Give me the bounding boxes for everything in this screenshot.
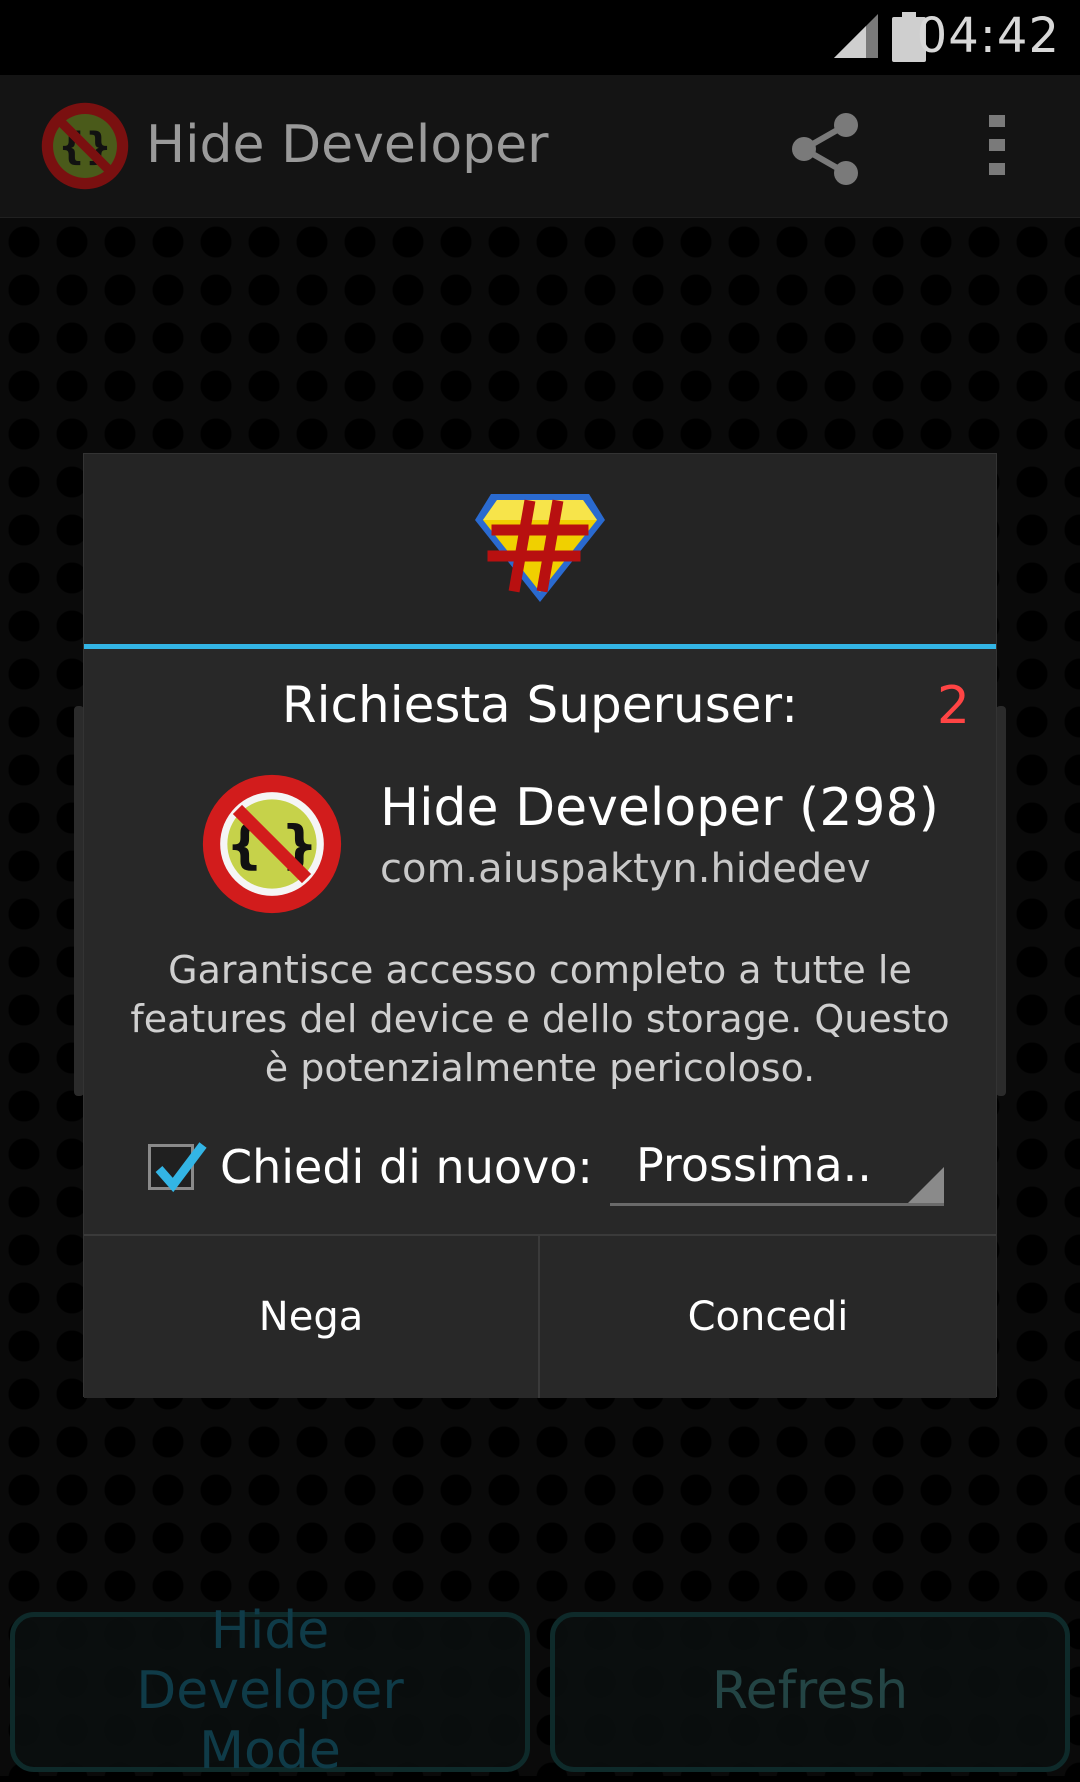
request-title: Richiesta Superuser: — [281, 676, 799, 734]
app-package-name: com.aiuspaktyn.hidedev — [380, 846, 871, 892]
hide-developer-mode-button[interactable]: Hide Developer Mode — [10, 1601, 530, 1781]
dialog-divider — [84, 644, 996, 649]
share-icon[interactable] — [790, 111, 860, 187]
action-bar: {} Hide Developer — [0, 75, 1080, 218]
duration-value: Prossima.. — [636, 1138, 872, 1192]
refresh-label: Refresh — [711, 1661, 909, 1722]
background-panel-edge — [74, 706, 84, 1096]
warning-message: Garantisce accesso completo a tutte le f… — [130, 948, 950, 1090]
dialog-header — [84, 454, 996, 644]
checkmark-icon — [155, 1142, 207, 1193]
app-name: Hide Developer (298) — [380, 778, 939, 838]
signal-icon — [834, 14, 878, 58]
superuser-icon — [475, 494, 605, 602]
refresh-button[interactable]: Refresh — [550, 1612, 1070, 1772]
app-icon[interactable]: {} — [38, 99, 132, 193]
deny-label: Nega — [258, 1294, 364, 1340]
ask-again-label: Chiedi di nuovo: — [220, 1140, 593, 1194]
grant-button[interactable]: Concedi — [540, 1236, 996, 1398]
status-bar: 04:42 — [0, 0, 1080, 75]
grant-label: Concedi — [687, 1294, 849, 1340]
ask-again-checkbox[interactable] — [148, 1142, 207, 1193]
status-time: 04:42 — [916, 8, 1060, 64]
app-title: Hide Developer — [146, 115, 549, 175]
request-count-badge: 2 — [936, 676, 970, 736]
superuser-request-dialog: Richiesta Superuser: 2 { } Hide Develope… — [84, 454, 996, 1398]
overflow-menu-icon[interactable] — [985, 113, 1009, 177]
deny-button[interactable]: Nega — [84, 1236, 540, 1398]
duration-spinner[interactable]: Prossima.. — [610, 1130, 944, 1206]
hide-developer-mode-label: Hide Developer Mode — [136, 1601, 404, 1781]
app-icon: { } — [202, 774, 342, 914]
dialog-button-bar: Nega Concedi — [84, 1234, 996, 1398]
spinner-arrow-icon — [908, 1167, 944, 1203]
background-panel-edge — [996, 706, 1006, 1096]
